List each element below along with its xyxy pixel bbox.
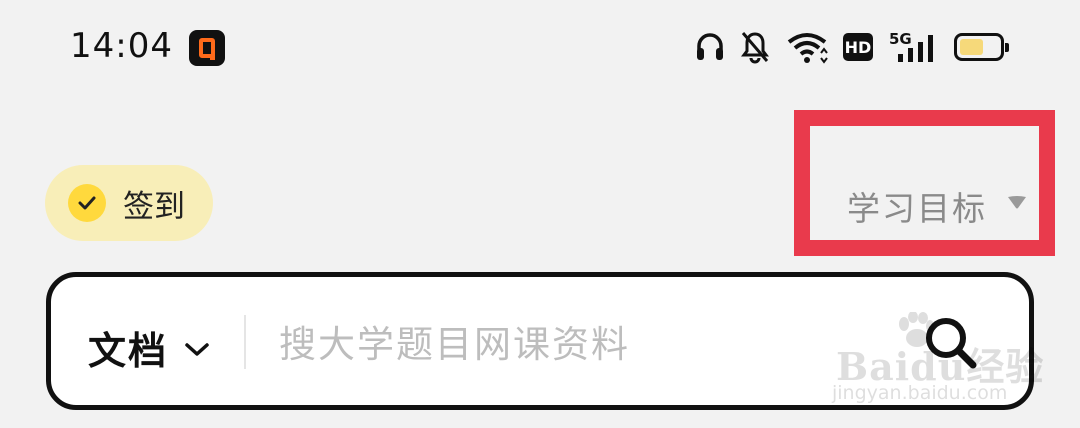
learning-goal-button[interactable]: 学习目标 bbox=[847, 182, 987, 230]
search-scope-label: 文档 bbox=[88, 329, 169, 373]
wifi-icon bbox=[787, 33, 828, 64]
headset-icon bbox=[697, 33, 723, 60]
status-bar: 14:04 HD 5G bbox=[0, 0, 1080, 96]
battery-icon bbox=[954, 33, 1009, 61]
check-icon bbox=[68, 184, 106, 222]
checkin-label: 签到 bbox=[123, 188, 185, 225]
status-time: 14:04 bbox=[70, 26, 173, 66]
search-scope-dropdown[interactable]: 文档 bbox=[88, 320, 210, 375]
divider bbox=[244, 315, 246, 369]
bell-off-icon bbox=[741, 32, 769, 64]
watermark-url: jingyan.baidu.com bbox=[832, 382, 1008, 404]
caret-down-icon[interactable] bbox=[1006, 194, 1028, 210]
battery-level bbox=[960, 39, 983, 55]
checkin-button[interactable]: 签到 bbox=[45, 165, 213, 241]
hd-badge: HD bbox=[843, 33, 873, 61]
search-input[interactable] bbox=[277, 315, 861, 373]
chevron-down-icon bbox=[185, 342, 209, 356]
signal-icon bbox=[898, 35, 933, 62]
app-notification-icon bbox=[189, 30, 225, 66]
